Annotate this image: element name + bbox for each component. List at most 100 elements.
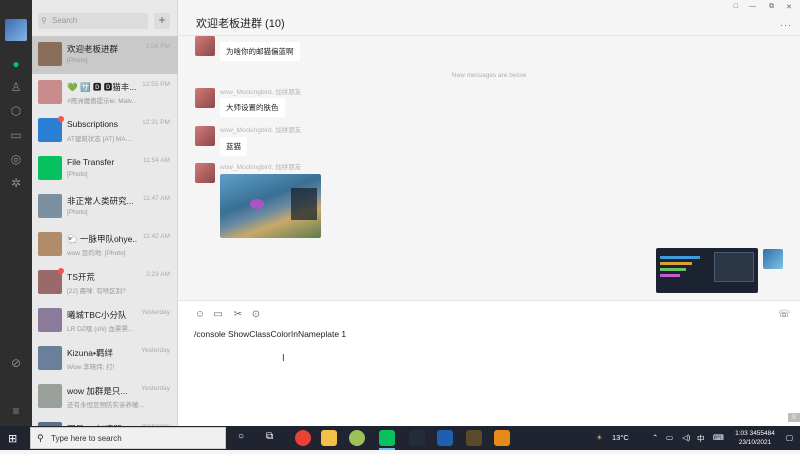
send-button[interactable]: S — [787, 413, 800, 422]
image-message[interactable] — [220, 174, 321, 238]
wechat-window: ● ♙ ⬡ ▭ ◎ ✲ ⊘ ≡ ⚲ Search + 欢迎老板进群 1:06 PM… — [0, 0, 800, 446]
start-group-button[interactable]: + — [154, 13, 170, 29]
chat-time: 2:23 AM — [146, 271, 170, 278]
call-icon[interactable]: ☏ — [778, 309, 791, 320]
taskbar-search[interactable]: ⚲ Type here to search — [30, 427, 226, 449]
sender-avatar[interactable] — [195, 36, 215, 56]
windows-start-icon[interactable]: ⊞ — [8, 432, 17, 445]
more-button[interactable]: ··· — [780, 20, 792, 30]
meter-bar — [660, 268, 686, 271]
chat-list-item[interactable]: TS开荒 2:23 AM [22] 晨咪: 有啥区别? — [32, 264, 178, 302]
miniprogram-icon[interactable]: ✲ — [9, 176, 23, 190]
message-bubble[interactable]: 大师设置的肤色 — [220, 98, 285, 117]
app-icon[interactable] — [494, 430, 510, 446]
temperature[interactable]: 13°C — [612, 433, 629, 442]
chat-pane: 欢迎老板进群 (10) □ — ⧉ ✕ ··· 为啥你的邮猫偏蓝啊 New me… — [178, 0, 800, 426]
keyboard-icon[interactable]: ⌨ — [713, 433, 724, 442]
sender-avatar[interactable] — [195, 126, 215, 146]
app-icon[interactable] — [349, 430, 365, 446]
my-avatar[interactable] — [5, 19, 27, 41]
wechat-taskbar-icon[interactable] — [379, 430, 395, 446]
chat-icon[interactable]: ● — [9, 57, 23, 71]
chat-preview: wow 目的地: [Photo] — [67, 250, 126, 257]
network-icon[interactable]: ▭ — [666, 433, 673, 442]
sender-name: wow_Mockingbird. 加拼朋友 — [220, 89, 302, 96]
message-bubble[interactable]: 蓝猫 — [220, 137, 247, 156]
chat-history-icon[interactable]: ⊙ — [250, 309, 262, 320]
chat-preview: [Photo] — [67, 57, 88, 64]
new-messages-divider: New messages are below — [451, 72, 527, 79]
chat-list-item[interactable]: 非正常人类研究... 11:47 AM [Photo] — [32, 188, 178, 226]
sender-avatar[interactable] — [195, 163, 215, 183]
message-composer[interactable]: ☺ ▭ ✂ ⊙ ☏ /console ShowClassColorInNamep… — [178, 300, 800, 426]
chat-title: 欢迎老板进群 (10) — [196, 18, 285, 30]
chat-name: 🐑 一脉甲队ohye... — [67, 234, 137, 244]
sender-name: wow_Mockingbird. 加拼朋友 — [220, 127, 302, 134]
chat-list-item[interactable]: 🐑 一脉甲队ohye... 11:42 AM wow 目的地: [Photo] — [32, 226, 178, 264]
volume-icon[interactable]: ◁) — [682, 433, 690, 442]
chat-header: 欢迎老板进群 (10) □ — ⧉ ✕ ··· — [178, 0, 800, 36]
clock[interactable]: 1:03 3455484 23/10/2021 — [730, 429, 780, 447]
chrome-icon[interactable] — [295, 430, 311, 446]
overlay-number: 3455484 — [749, 430, 775, 437]
game-hud — [291, 188, 317, 220]
folder-icon[interactable]: ▭ — [212, 309, 224, 320]
message-input[interactable]: /console ShowClassColorInNameplate 1 — [194, 329, 346, 339]
pin-window-icon[interactable]: □ — [734, 3, 738, 10]
chat-list-item[interactable]: File Transfer 11:54 AM [Photo] — [32, 150, 178, 188]
menu-icon[interactable]: ≡ — [9, 404, 23, 418]
meter-bar — [660, 256, 700, 259]
input-method[interactable]: 中 — [697, 433, 705, 444]
minimize-icon[interactable]: — — [749, 3, 756, 10]
sender-name: wow_Mockingbird. 加拼朋友 — [220, 164, 302, 171]
file-explorer-icon[interactable] — [321, 430, 337, 446]
chat-preview: 还有永恒豆预防实亲养暖... — [67, 402, 144, 409]
files-icon[interactable]: ▭ — [9, 128, 23, 142]
chat-name: 曦城TBC小分队 — [67, 310, 127, 320]
close-icon[interactable]: ✕ — [786, 3, 792, 11]
steam-icon[interactable] — [409, 430, 425, 446]
battlenet-icon[interactable] — [437, 430, 453, 446]
sender-avatar[interactable] — [195, 88, 215, 108]
chat-name: wow 加群是只... — [67, 386, 128, 396]
chat-avatar — [38, 118, 62, 142]
self-avatar[interactable] — [763, 249, 783, 269]
unread-badge — [58, 116, 64, 122]
game-effect — [250, 199, 264, 209]
chat-list-item[interactable]: 曦城TBC小分队 Yesterday LR DZ嘿 (shi) 血票票... — [32, 302, 178, 340]
emoji-icon[interactable]: ☺ — [194, 309, 206, 320]
wow-icon[interactable] — [466, 430, 482, 446]
search-input[interactable]: ⚲ Search — [38, 13, 148, 29]
stats-panel — [714, 252, 754, 282]
chat-list-item[interactable]: wow 加群是只... Yesterday 还有永恒豆预防实亲养暖... — [32, 378, 178, 416]
sent-image-message[interactable] — [656, 248, 758, 293]
chat-avatar — [38, 346, 62, 370]
message-bubble[interactable]: 为啥你的邮猫偏蓝啊 — [220, 42, 300, 61]
tray-chevron-icon[interactable]: ⌃ — [652, 433, 658, 442]
phone-icon[interactable]: ⊘ — [9, 356, 23, 370]
chat-time: 12:31 PM — [142, 119, 170, 126]
contacts-icon[interactable]: ♙ — [9, 80, 23, 94]
meter-bar — [660, 274, 680, 277]
notifications-icon[interactable]: ▢ — [786, 433, 793, 442]
clock-time: 1:03 3455484 — [735, 430, 775, 437]
chat-avatar — [38, 156, 62, 180]
maximize-icon[interactable]: ⧉ — [769, 3, 774, 11]
moments-icon[interactable]: ◎ — [9, 152, 23, 166]
chat-list-item[interactable]: Subscriptions 12:31 PM AT建筑状态 [AT] MA... — [32, 112, 178, 150]
chat-list-item[interactable]: Kizuna•羁绊 Yesterday Wow 李晓炜: 打! — [32, 340, 178, 378]
cortana-icon[interactable]: ○ — [238, 431, 244, 442]
chat-avatar — [38, 270, 62, 294]
chat-avatar — [38, 42, 62, 66]
chat-list-item[interactable]: 💚 🈂️ 🅳 🅳猫丰... 12:55 PM #鹰洲魔兽提示le: Malv... — [32, 74, 178, 112]
favorites-icon[interactable]: ⬡ — [9, 104, 23, 118]
chat-list-panel: ⚲ Search + 欢迎老板进群 1:06 PM [Photo] 💚 🈂️ 🅳 🅳猫… — [32, 0, 178, 446]
screenshot-icon[interactable]: ✂ — [232, 309, 244, 320]
weather-icon[interactable]: ☀ — [596, 433, 603, 442]
task-view-icon[interactable]: ⧉ — [266, 431, 273, 442]
clock-date: 23/10/2021 — [738, 439, 772, 446]
chat-list-item[interactable]: 欢迎老板进群 1:06 PM [Photo] — [32, 36, 178, 74]
chat-preview: [Photo] — [67, 171, 88, 178]
taskbar-search-text: Type here to search — [51, 434, 122, 443]
chat-preview: Wow 李晓炜: 打! — [67, 364, 115, 371]
